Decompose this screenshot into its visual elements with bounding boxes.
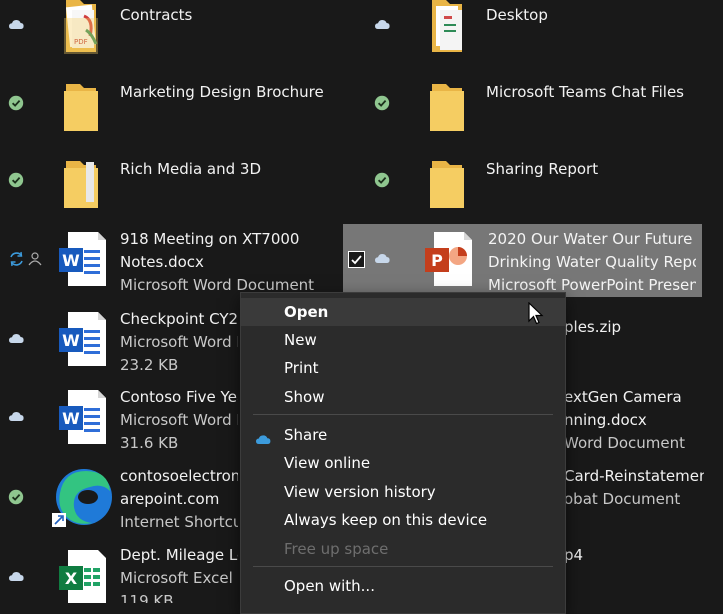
item-name-line2: nning.docx [564, 411, 647, 429]
word-doc-icon [50, 230, 110, 288]
excel-icon: X [50, 548, 110, 603]
item-name: Sharing Report [486, 160, 599, 178]
item-type: Microsoft Word D [120, 411, 238, 429]
word-doc-icon [50, 310, 110, 368]
folder-icon [50, 77, 110, 135]
file-item[interactable]: Checkpoint CY20 Microsoft Word D 23.2 KB [0, 304, 240, 379]
menu-item-open[interactable]: Open [241, 298, 565, 326]
sync-status-icon [8, 250, 42, 270]
menu-item-label: Show [284, 388, 325, 406]
menu-item-label: Always keep on this device [284, 511, 488, 529]
folder-item[interactable]: Desktop [366, 0, 706, 75]
file-item[interactable]: 918 Meeting on XT7000 Notes.docx Microsoft… [0, 224, 350, 299]
menu-item-label: View online [284, 454, 371, 472]
folder-item[interactable]: Rich Media and 3D [0, 154, 350, 229]
folder-item[interactable]: Microsoft Teams Chat Files [366, 77, 706, 152]
menu-item-view-version-history[interactable]: View version history [241, 478, 565, 506]
menu-item-label: Free up space [284, 540, 389, 558]
file-item[interactable]: p4 [564, 540, 714, 603]
item-name: Contoso Five Year [120, 388, 238, 406]
item-name: Marketing Design Brochure [120, 83, 324, 101]
menu-separator [253, 566, 553, 567]
menu-item-print[interactable]: Print [241, 354, 565, 382]
menu-item-open-with[interactable]: Open with... [241, 572, 565, 600]
synced-check-icon [8, 95, 42, 115]
context-menu: Open New Print Show Share View online Vi… [240, 292, 566, 614]
menu-item-label: Print [284, 359, 319, 377]
item-name: Checkpoint CY20 [120, 310, 238, 328]
folder-icon [50, 154, 110, 212]
menu-separator [253, 414, 553, 415]
item-type: Microsoft Word D [120, 333, 238, 351]
file-item[interactable]: Card-Reinstatemen obat Document [564, 461, 714, 536]
item-name-line2: arepoint.com [120, 490, 220, 508]
item-size: 23.2 KB [120, 356, 179, 374]
svg-text:X: X [65, 569, 78, 588]
selection-checkbox[interactable] [348, 251, 365, 268]
item-name: Dept. Mileage Log [120, 546, 238, 564]
menu-item-label: Share [284, 426, 328, 444]
synced-check-icon [374, 172, 408, 192]
docs-folder-icon [416, 0, 476, 58]
pdf-folder-icon: PDF [50, 0, 110, 58]
menu-item-always-keep[interactable]: Always keep on this device [241, 506, 565, 534]
synced-check-icon [374, 95, 408, 115]
folder-item[interactable]: PDF Contracts [0, 0, 350, 75]
mouse-pointer-icon [528, 301, 544, 330]
item-name: Contracts [120, 6, 193, 24]
item-name: 918 Meeting on XT7000 [120, 230, 300, 248]
item-name: extGen Camera [564, 388, 682, 406]
cloud-status-icon [8, 568, 42, 588]
cloud-status-icon [8, 408, 42, 428]
menu-item-new[interactable]: New [241, 326, 565, 354]
cloud-status-icon [374, 16, 408, 36]
item-name: 2020 Our Water Our Future - [488, 230, 696, 248]
folder-item[interactable]: Marketing Design Brochure [0, 77, 350, 152]
item-type: Internet Shortcut [120, 513, 238, 531]
item-name: ples.zip [564, 318, 622, 336]
svg-text:P: P [431, 251, 443, 270]
item-type: obat Document [564, 490, 681, 508]
item-name: contosoelectronic [120, 467, 238, 485]
menu-item-label: View version history [284, 483, 436, 501]
item-type: Microsoft Excel W [120, 569, 238, 587]
menu-item-view-online[interactable]: View online [241, 449, 565, 477]
file-item[interactable]: ples.zip [564, 304, 714, 379]
folder-item[interactable]: Sharing Report [366, 154, 706, 229]
cloud-status-icon [8, 330, 42, 350]
item-size: 119 KB [120, 592, 174, 603]
item-name-line2: Drinking Water Quality Repo... [488, 253, 696, 271]
menu-item-free-up-space: Free up space [241, 535, 565, 563]
item-name: Card-Reinstatemen [564, 467, 704, 485]
cloud-status-icon [8, 16, 42, 36]
file-item[interactable]: extGen Camera nning.docx Word Document [564, 382, 714, 457]
menu-item-share[interactable]: Share [241, 421, 565, 449]
folder-icon [416, 77, 476, 135]
folder-icon [416, 154, 476, 212]
item-name: Microsoft Teams Chat Files [486, 83, 684, 101]
synced-check-icon [8, 489, 42, 509]
item-name: p4 [564, 546, 584, 564]
powerpoint-icon: P [416, 230, 476, 288]
word-doc-icon [50, 388, 110, 446]
menu-item-label: New [284, 331, 317, 349]
menu-item-show[interactable]: Show [241, 383, 565, 411]
edge-shortcut-icon [50, 465, 112, 527]
file-item[interactable]: Contoso Five Year Microsoft Word D 31.6 KB [0, 382, 240, 457]
item-name: Rich Media and 3D [120, 160, 262, 178]
item-name-line2: Notes.docx [120, 253, 204, 271]
item-name: Desktop [486, 6, 548, 24]
file-item[interactable]: X Dept. Mileage Log Microsoft Excel W 119 … [0, 540, 240, 603]
item-size: 31.6 KB [120, 434, 179, 452]
cloud-status-icon [374, 250, 408, 270]
item-type: Word Document [564, 434, 686, 452]
file-item-selected[interactable]: P 2020 Our Water Our Future - Drinking Wa… [343, 224, 702, 297]
menu-item-label: Open [284, 303, 329, 321]
synced-check-icon [8, 172, 42, 192]
menu-item-label: Open with... [284, 577, 375, 595]
file-item[interactable]: contosoelectronic arepoint.com Internet Sh… [0, 461, 240, 536]
